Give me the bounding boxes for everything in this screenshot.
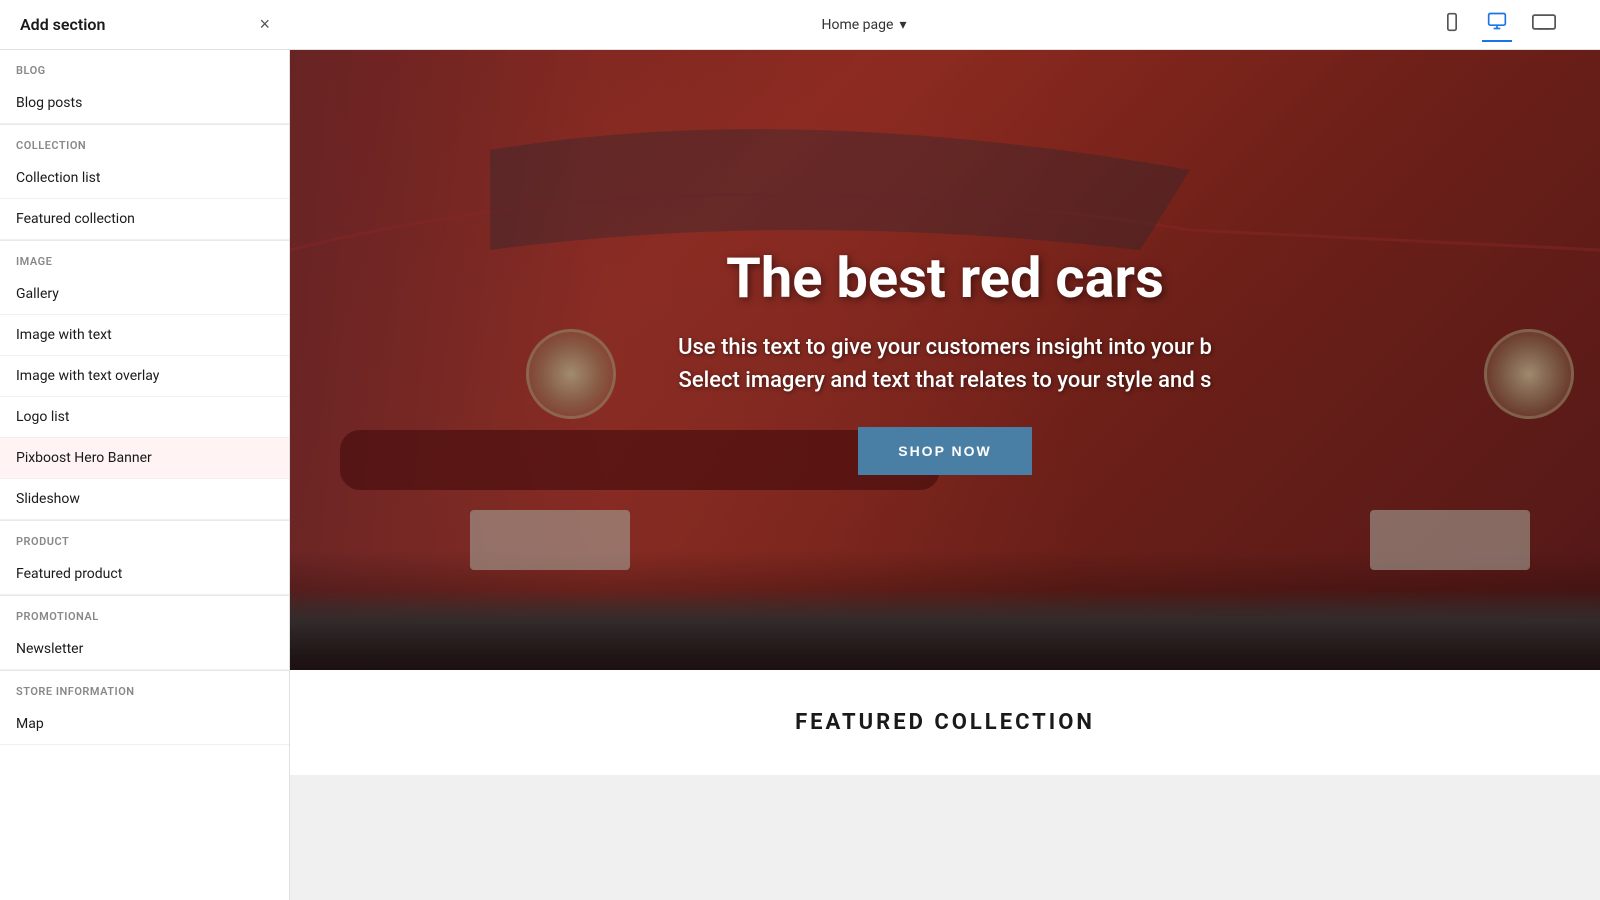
sidebar: BLOG Blog posts COLLECTION Collection li… xyxy=(0,50,290,900)
hero-subtitle-line1: Use this text to give your customers ins… xyxy=(678,335,1212,360)
sidebar-item-featured-collection[interactable]: Featured collection xyxy=(0,199,289,240)
topbar-center: Home page ▾ xyxy=(290,17,1438,33)
hero-content: The best red cars Use this text to give … xyxy=(495,245,1395,475)
page-selector[interactable]: Home page ▾ xyxy=(822,17,907,33)
sidebar-item-map[interactable]: Map xyxy=(0,704,289,745)
topbar: Add section × Home page ▾ xyxy=(0,0,1600,50)
hero-title: The best red cars xyxy=(495,245,1395,311)
featured-collection-title: FEATURED COLLECTION xyxy=(330,710,1560,735)
sidebar-item-image-with-text[interactable]: Image with text xyxy=(0,315,289,356)
sidebar-item-image-with-text-overlay[interactable]: Image with text overlay xyxy=(0,356,289,397)
mobile-view-icon[interactable] xyxy=(1438,8,1466,41)
sidebar-item-newsletter[interactable]: Newsletter xyxy=(0,629,289,670)
close-button[interactable]: × xyxy=(259,14,270,35)
topbar-left: Add section × xyxy=(20,14,290,35)
topbar-right xyxy=(1438,7,1560,42)
category-store-information: STORE INFORMATION xyxy=(0,671,289,704)
sidebar-item-blog-posts[interactable]: Blog posts xyxy=(0,83,289,124)
sidebar-item-slideshow[interactable]: Slideshow xyxy=(0,479,289,520)
sidebar-item-pixboost-hero-banner[interactable]: Pixboost Hero Banner xyxy=(0,438,289,479)
featured-collection-section: FEATURED COLLECTION xyxy=(290,670,1600,775)
desktop-view-icon[interactable] xyxy=(1482,7,1512,42)
sidebar-item-gallery[interactable]: Gallery xyxy=(0,274,289,315)
category-promotional: PROMOTIONAL xyxy=(0,596,289,629)
main-layout: BLOG Blog posts COLLECTION Collection li… xyxy=(0,50,1600,900)
sidebar-item-featured-product[interactable]: Featured product xyxy=(0,554,289,595)
hero-subtitle-line2: Select imagery and text that relates to … xyxy=(679,368,1212,393)
topbar-title: Add section xyxy=(20,15,105,34)
preview-area: The best red cars Use this text to give … xyxy=(290,50,1600,900)
page-selector-label: Home page xyxy=(822,17,894,33)
sidebar-item-collection-list[interactable]: Collection list xyxy=(0,158,289,199)
shop-now-button[interactable]: SHOP NOW xyxy=(858,427,1032,475)
hero-section: The best red cars Use this text to give … xyxy=(290,50,1600,670)
category-product: PRODUCT xyxy=(0,521,289,554)
sidebar-item-logo-list[interactable]: Logo list xyxy=(0,397,289,438)
hero-subtitle: Use this text to give your customers ins… xyxy=(495,331,1395,397)
widescreen-view-icon[interactable] xyxy=(1528,9,1560,40)
category-collection: COLLECTION xyxy=(0,125,289,158)
category-image: IMAGE xyxy=(0,241,289,274)
category-blog: BLOG xyxy=(0,50,289,83)
chevron-down-icon: ▾ xyxy=(899,17,906,33)
